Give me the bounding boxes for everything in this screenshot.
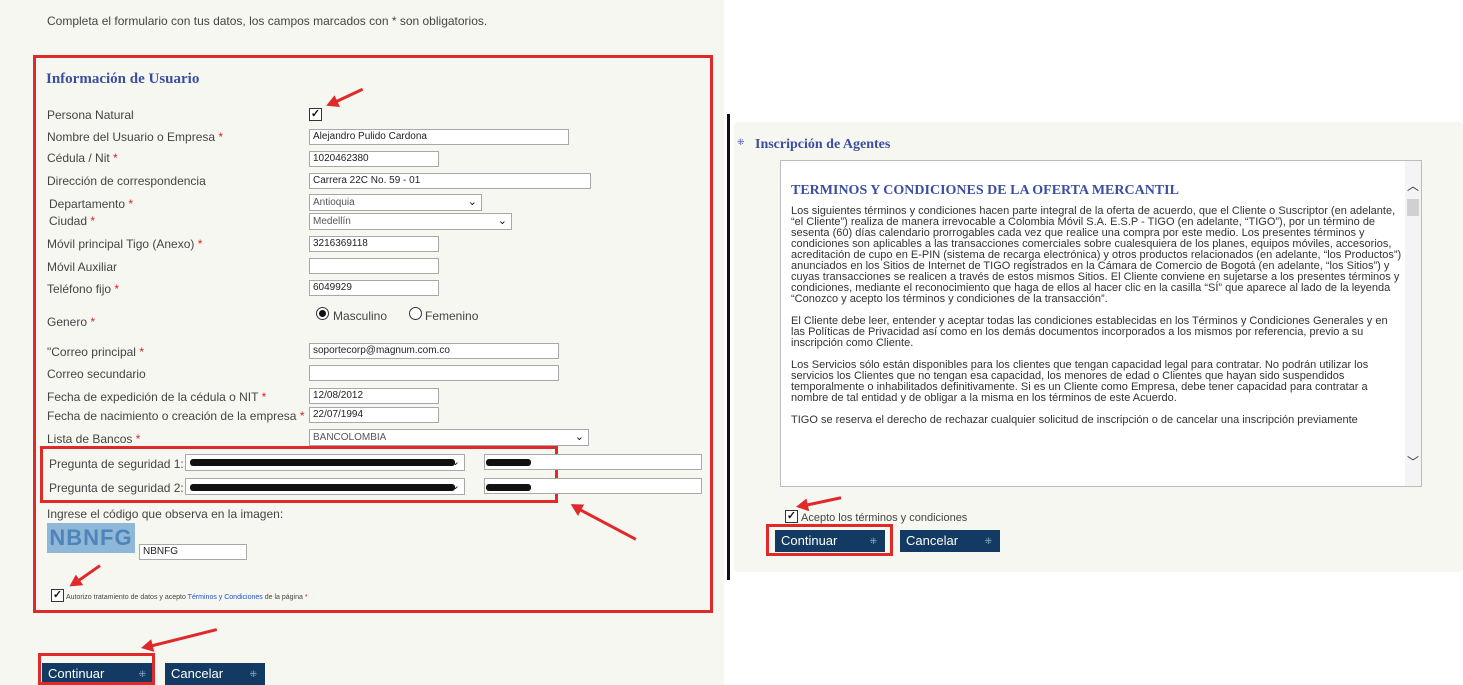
nombre-input[interactable]: Alejandro Pulido Cardona [309, 129, 569, 145]
bullet-icon: ⁜ [737, 137, 745, 147]
masculino-label: Masculino [333, 309, 388, 323]
chevron-down-icon: ⌄ [574, 431, 584, 443]
direccion-label: Dirección de correspondencia [47, 174, 206, 188]
correo-sec-input[interactable] [309, 365, 559, 381]
acepto-checkbox[interactable]: ✓ [785, 510, 798, 523]
intro-text: Completa el formulario con tus datos, lo… [47, 14, 488, 28]
scrollbar-thumb[interactable] [1407, 199, 1419, 216]
ciudad-label: Ciudad * [49, 214, 96, 228]
pregunta1-label: Pregunta de seguridad 1: [49, 457, 184, 471]
continuar-highlight [38, 653, 155, 685]
fecha-exp-label: Fecha de expedición de la cédula o NIT * [47, 390, 267, 404]
redaction-scribble [486, 459, 531, 466]
ciudad-select[interactable]: Medellín ⌄ [309, 213, 512, 230]
dots-icon: ⁜ [249, 669, 257, 679]
redaction-scribble [190, 459, 455, 466]
autorizo-checkbox[interactable]: ✓ [51, 589, 64, 602]
fecha-nac-label: Fecha de nacimiento o creación de la emp… [47, 409, 305, 423]
autorizo-text: Autorizo tratamiento de datos y acepto T… [66, 594, 308, 601]
terminos-link[interactable]: Términos y Condiciones [188, 594, 263, 601]
movil-aux-input[interactable] [309, 258, 439, 274]
terms-paragraph: TIGO se reserva el derecho de rechazar c… [791, 414, 1358, 426]
captcha-image: NBNFG [47, 523, 135, 553]
panel-divider [727, 114, 730, 580]
section-title: Información de Usuario [46, 71, 200, 87]
correo-input[interactable]: soportecorp@magnum.com.co [309, 343, 559, 359]
persona-natural-checkbox[interactable]: ✓ [309, 108, 322, 121]
femenino-label: Femenino [425, 309, 479, 323]
continuar-highlight-right [766, 524, 893, 556]
nombre-label: Nombre del Usuario o Empresa * [47, 130, 224, 144]
telefono-label: Teléfono fijo * [47, 282, 120, 296]
redaction-scribble [190, 484, 455, 491]
bancos-select[interactable]: BANCOLOMBIA ⌄ [309, 429, 589, 446]
pregunta2-label: Pregunta de seguridad 2: [49, 481, 184, 495]
terms-paragraph: Los siguientes términos y condiciones ha… [791, 205, 1402, 305]
departamento-select[interactable]: Antioquia ⌄ [309, 194, 482, 211]
correo-label: "Correo principal * [47, 345, 144, 359]
captcha-label: Ingrese el código que observa en la imag… [47, 507, 284, 521]
movil-aux-label: Móvil Auxiliar [47, 260, 118, 274]
cedula-label: Cédula / Nit * [47, 151, 118, 165]
bancos-label: Lista de Bancos * [47, 432, 141, 446]
genero-label: Genero * [47, 315, 96, 329]
redaction-scribble [486, 484, 531, 491]
chevron-down-icon: ⌄ [497, 215, 507, 227]
vertical-scrollbar[interactable]: ︿ ﹀ [1405, 161, 1421, 486]
fecha-nac-input[interactable]: 22/07/1994 [309, 407, 439, 423]
terms-heading: TERMINOS Y CONDICIONES DE LA OFERTA MERC… [791, 183, 1179, 198]
masculino-radio[interactable] [316, 307, 329, 320]
chevron-down-icon[interactable]: ﹀ [1407, 453, 1419, 470]
terms-content: TERMINOS Y CONDICIONES DE LA OFERTA MERC… [791, 171, 1403, 437]
cedula-input[interactable]: 1020462380 [309, 151, 439, 167]
agent-signup-title: Inscripción de Agentes [755, 137, 891, 152]
movil-input[interactable]: 3216369118 [309, 236, 439, 252]
chevron-down-icon: ⌄ [467, 196, 477, 208]
direccion-input[interactable]: Carrera 22C No. 59 - 01 [309, 173, 591, 189]
femenino-radio[interactable] [409, 307, 422, 320]
dots-icon: ⁜ [984, 536, 992, 546]
terms-paragraph: El Cliente debe leer, entender y aceptar… [791, 315, 1388, 349]
departamento-label: Departamento * [49, 197, 134, 211]
movil-label: Móvil principal Tigo (Anexo) * [47, 237, 203, 251]
terms-scroll-box[interactable]: TERMINOS Y CONDICIONES DE LA OFERTA MERC… [780, 160, 1422, 487]
telefono-input[interactable]: 6049929 [309, 280, 439, 296]
chevron-up-icon[interactable]: ︿ [1407, 177, 1419, 194]
fecha-exp-input[interactable]: 12/08/2012 [309, 388, 439, 404]
terms-paragraph: Los Servicios sólo están disponibles par… [791, 359, 1369, 404]
captcha-input[interactable]: NBNFG [139, 544, 247, 560]
correo-sec-label: Correo secundario [47, 367, 146, 381]
persona-natural-label: Persona Natural [47, 108, 134, 122]
cancelar-button-right[interactable]: Cancelar ⁜ [900, 530, 1000, 552]
cancelar-button[interactable]: Cancelar ⁜ [165, 663, 265, 685]
acepto-label: Acepto los términos y condiciones [801, 512, 968, 524]
